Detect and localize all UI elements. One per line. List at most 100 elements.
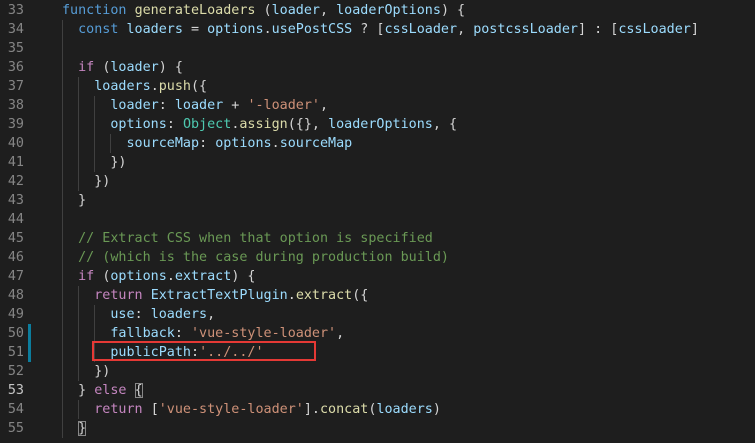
code-text: if (options.extract) { bbox=[62, 267, 256, 286]
code-line[interactable]: 38 loader: loader + '-loader', bbox=[0, 96, 755, 115]
code-text: // (which is the case during production … bbox=[62, 248, 449, 267]
code-token: concat bbox=[320, 402, 369, 417]
line-number: 41 bbox=[7, 155, 24, 170]
code-token: 'vue-style-loader' bbox=[191, 326, 337, 341]
code-text: }) bbox=[62, 362, 110, 381]
line-number: 53 bbox=[7, 383, 24, 398]
code-token: use bbox=[110, 307, 135, 322]
code-token: return bbox=[94, 288, 151, 303]
code-line[interactable]: 36 if (loader) { bbox=[0, 58, 755, 77]
code-token: ({ bbox=[352, 288, 369, 303]
code-line[interactable]: 35 bbox=[0, 39, 755, 58]
code-token: : bbox=[166, 117, 183, 132]
code-line[interactable]: 52 }) bbox=[0, 362, 755, 381]
code-token: ExtractTextPlugin bbox=[150, 288, 288, 303]
code-text: }) bbox=[62, 172, 110, 191]
code-token: else bbox=[94, 383, 135, 398]
code-token: }) bbox=[94, 174, 111, 189]
code-token: ] bbox=[690, 22, 699, 37]
code-line[interactable]: 47 if (options.extract) { bbox=[0, 267, 755, 286]
code-line[interactable]: 37 loaders.push({ bbox=[0, 77, 755, 96]
line-number: 39 bbox=[7, 117, 24, 132]
line-number: 36 bbox=[7, 60, 24, 75]
code-token: sourceMap bbox=[126, 136, 200, 151]
matched-bracket: } bbox=[78, 421, 87, 436]
code-line[interactable]: 33 function generateLoaders (loader, load… bbox=[0, 1, 755, 20]
code-line[interactable]: 51 publicPath:'../../' bbox=[0, 343, 755, 362]
code-line[interactable]: 54 return ['vue-style-loader'].concat(lo… bbox=[0, 400, 755, 419]
code-line[interactable]: 55 } bbox=[0, 419, 755, 438]
code-token: fallback bbox=[110, 326, 175, 341]
modified-line-indicator bbox=[28, 343, 31, 362]
code-text: } else { bbox=[62, 381, 143, 400]
code-text: if (loader) { bbox=[62, 58, 183, 77]
code-text: loaders.push({ bbox=[62, 77, 207, 96]
code-token: . bbox=[263, 22, 272, 37]
code-line[interactable]: 50 fallback: 'vue-style-loader', bbox=[0, 324, 755, 343]
code-text: publicPath:'../../' bbox=[62, 343, 264, 362]
code-line[interactable]: 41 }) bbox=[0, 153, 755, 172]
code-token: + bbox=[223, 98, 248, 113]
code-token: }) bbox=[110, 155, 127, 170]
code-token: options bbox=[110, 117, 167, 132]
code-token: , bbox=[320, 3, 337, 18]
code-token: return bbox=[94, 402, 151, 417]
code-token: loaders bbox=[94, 79, 151, 94]
code-line[interactable]: 46 // (which is the case during producti… bbox=[0, 248, 755, 267]
code-token: options bbox=[110, 269, 167, 284]
code-token: . bbox=[166, 269, 175, 284]
code-token: cssLoader bbox=[384, 22, 458, 37]
code-token: } bbox=[78, 383, 95, 398]
code-line[interactable]: 39 options: Object.assign({}, loaderOpti… bbox=[0, 115, 755, 134]
code-line[interactable]: 42 }) bbox=[0, 172, 755, 191]
code-token: ) { bbox=[231, 269, 256, 284]
code-token: if bbox=[78, 60, 103, 75]
code-token: assign bbox=[239, 117, 288, 132]
line-number: 46 bbox=[7, 250, 24, 265]
code-token: loader bbox=[110, 98, 159, 113]
line-number: 49 bbox=[7, 307, 24, 322]
code-line[interactable]: 34 const loaders = options.usePostCSS ? … bbox=[0, 20, 755, 39]
matched-bracket: { bbox=[134, 383, 143, 398]
line-number: 37 bbox=[7, 79, 24, 94]
code-token: Object bbox=[182, 117, 232, 132]
code-line[interactable]: 45 // Extract CSS when that option is sp… bbox=[0, 229, 755, 248]
code-token: ) { bbox=[158, 60, 183, 75]
code-token: : bbox=[134, 307, 151, 322]
code-text: return ExtractTextPlugin.extract({ bbox=[62, 286, 368, 305]
line-number: 43 bbox=[7, 193, 24, 208]
code-token: : bbox=[199, 136, 216, 151]
code-token: } bbox=[78, 193, 87, 208]
line-number: 45 bbox=[7, 231, 24, 246]
code-text: }) bbox=[62, 153, 127, 172]
code-line[interactable]: 53 } else { bbox=[0, 381, 755, 400]
code-token: ]. bbox=[303, 402, 320, 417]
code-line[interactable]: 44 bbox=[0, 210, 755, 229]
code-token: // (which is the case during production … bbox=[78, 250, 449, 265]
code-token: , bbox=[207, 307, 216, 322]
code-token: '../../' bbox=[199, 345, 264, 360]
code-line[interactable]: 49 use: loaders, bbox=[0, 305, 755, 324]
code-token: loaders bbox=[150, 307, 208, 322]
code-token: if bbox=[78, 269, 103, 284]
modified-line-indicator bbox=[28, 324, 31, 343]
code-text: return ['vue-style-loader'].concat(loade… bbox=[62, 400, 441, 419]
code-editor[interactable]: 33 function generateLoaders (loader, load… bbox=[0, 0, 755, 443]
line-number: 54 bbox=[7, 402, 24, 417]
code-token: ) { bbox=[440, 3, 466, 18]
code-token: , bbox=[336, 326, 345, 341]
code-token: sourceMap bbox=[279, 136, 353, 151]
code-token: options bbox=[207, 22, 264, 37]
code-line[interactable]: 43 } bbox=[0, 191, 755, 210]
code-token: . bbox=[150, 79, 159, 94]
code-text: fallback: 'vue-style-loader', bbox=[62, 324, 344, 343]
line-number: 44 bbox=[7, 212, 24, 227]
code-line[interactable]: 40 sourceMap: options.sourceMap bbox=[0, 134, 755, 153]
code-token: : bbox=[158, 98, 175, 113]
code-token: ({ bbox=[191, 79, 208, 94]
code-line[interactable]: 48 return ExtractTextPlugin.extract({ bbox=[0, 286, 755, 305]
code-text: options: Object.assign({}, loaderOptions… bbox=[62, 115, 457, 134]
code-text: } bbox=[62, 419, 87, 438]
code-token: . bbox=[287, 288, 296, 303]
